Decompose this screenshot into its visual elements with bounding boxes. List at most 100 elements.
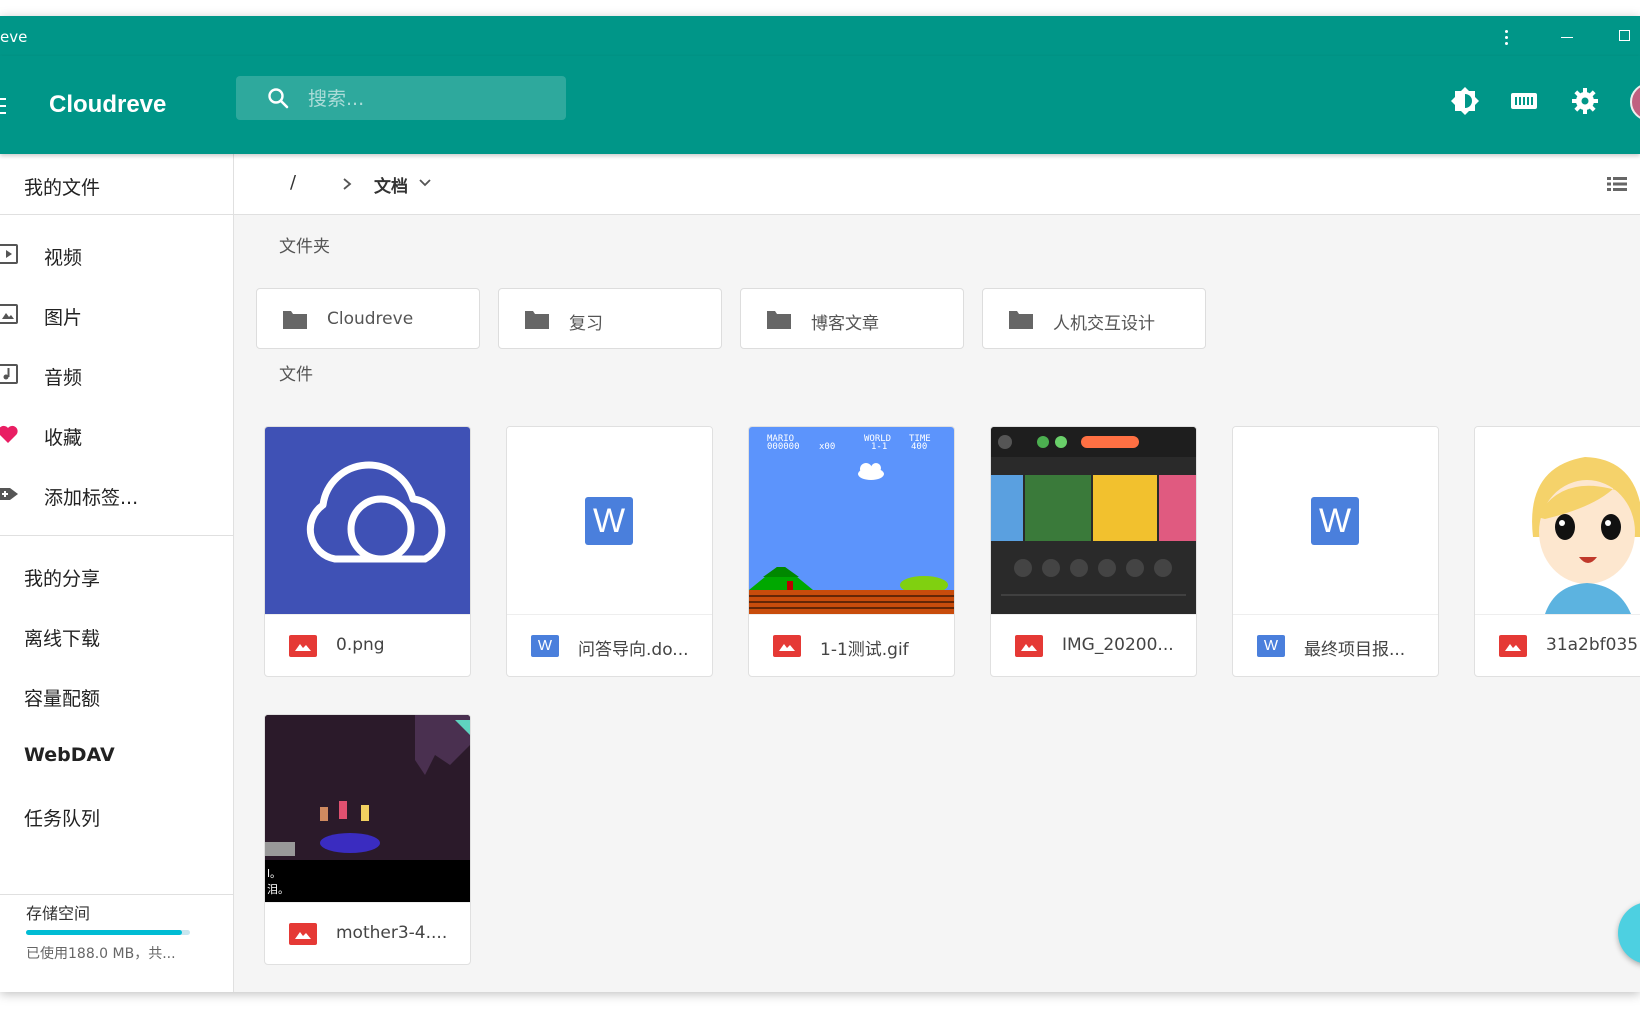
search-input[interactable] [306, 76, 550, 122]
file-footer: 1-1测试.gif [749, 614, 954, 676]
svg-text:l。: l。 [267, 867, 281, 880]
window-title: eve [0, 28, 28, 46]
theme-toggle-icon[interactable] [1449, 85, 1481, 117]
storage-progress-fill [26, 930, 182, 935]
sidebar-item-label: 图片 [44, 307, 83, 329]
file-thumbnail: MARIO 000000 x00 WORLD 1-1 TIME 400 [749, 427, 954, 614]
file-footer: 0.png [265, 614, 470, 676]
sidebar-item-quota[interactable]: 容量配额 [0, 670, 233, 720]
chevron-right-icon [343, 178, 352, 190]
sidebar-item-webdav[interactable]: WebDAV [0, 730, 233, 780]
word-file-icon: W [1257, 635, 1285, 657]
breadcrumb-current[interactable]: 文档 [374, 172, 408, 197]
file-name: 1-1测试.gif [820, 640, 909, 660]
app-brand: Cloudreve [49, 91, 167, 118]
image-file-icon [773, 635, 801, 657]
sidebar-item-my-shares[interactable]: 我的分享 [0, 550, 233, 600]
chevron-down-icon[interactable] [416, 174, 434, 192]
add-tag-icon [0, 488, 18, 500]
image-file-icon [1499, 635, 1527, 657]
search-box[interactable] [236, 76, 566, 122]
search-icon [268, 88, 289, 109]
folder-icon [1009, 311, 1033, 329]
file-name: IMG_20200... [1062, 635, 1174, 655]
svg-text:x00: x00 [819, 442, 835, 452]
image-file-icon [289, 635, 317, 657]
sidebar-item-add-tag[interactable]: 添加标签... [0, 469, 233, 519]
menu-icon[interactable] [0, 98, 6, 114]
settings-icon[interactable] [1569, 85, 1601, 117]
folder-item[interactable]: 复习 [498, 288, 722, 349]
file-name: 最终项目报... [1304, 640, 1406, 660]
folder-name: Cloudreve [327, 309, 414, 329]
file-footer: W 问答导向.do... [507, 614, 712, 676]
sidebar-item-image[interactable]: 图片 [0, 289, 233, 339]
breadcrumb-root[interactable]: / [290, 172, 296, 193]
file-name: 31a2bf035 [1546, 635, 1639, 655]
file-thumbnail: W [507, 427, 712, 614]
sidebar-item-label: 收藏 [44, 427, 83, 449]
sidebar-item-favorites[interactable]: 收藏 [0, 409, 233, 459]
folder-name: 博客文章 [811, 314, 879, 334]
sidebar-item-label: 视频 [44, 247, 83, 269]
sidebar-item-label: 离线下载 [24, 628, 101, 650]
sidebar-item-label: 我的分享 [24, 568, 101, 590]
video-icon [0, 244, 18, 264]
folders-section-title: 文件夹 [279, 237, 330, 257]
switch-screenshot-image [991, 427, 1196, 596]
cloud-logo-icon [306, 461, 446, 563]
sidebar-item-label: 添加标签... [44, 487, 139, 509]
sidebar-item-offline-download[interactable]: 离线下载 [0, 610, 233, 660]
sidebar-item-label: 任务队列 [24, 808, 101, 830]
sidebar-item-audio[interactable]: 音频 [0, 349, 233, 399]
file-card[interactable]: W W 最终项目报... [1232, 426, 1439, 677]
divider [0, 214, 233, 215]
maximize-window-button[interactable] [1615, 26, 1637, 48]
file-thumbnail [1475, 427, 1640, 614]
sidebar-item-my-files[interactable]: 我的文件 [0, 159, 233, 209]
minimize-window-button[interactable] [1557, 26, 1579, 48]
file-card[interactable]: IMG_20200... [990, 426, 1197, 677]
divider [0, 535, 233, 536]
sidebar-item-video[interactable]: 视频 [0, 229, 233, 279]
file-footer: IMG_20200... [991, 614, 1196, 676]
file-card[interactable]: l。 泪。 mother3-4.... [264, 714, 471, 965]
file-card[interactable]: 0.png [264, 426, 471, 677]
audio-icon [0, 364, 18, 384]
sidebar-item-label: 我的文件 [24, 177, 101, 199]
avatar[interactable] [1630, 83, 1640, 121]
folder-item[interactable]: 博客文章 [740, 288, 964, 349]
keyboard-icon[interactable] [1508, 85, 1540, 117]
file-card[interactable]: 31a2bf035 [1474, 426, 1640, 677]
image-icon [0, 304, 18, 324]
folder-item[interactable]: 人机交互设计 [982, 288, 1206, 349]
main-content: / 文档 文件夹 Cloudreve 复习 博客文章 人机交互设计 文件 0.p… [234, 154, 1640, 992]
file-footer: mother3-4.... [265, 902, 470, 964]
file-footer: W 最终项目报... [1233, 614, 1438, 676]
file-card[interactable]: W W 问答导向.do... [506, 426, 713, 677]
file-footer: 31a2bf035 [1475, 614, 1640, 676]
more-options-icon[interactable] [1495, 26, 1517, 48]
file-thumbnail: l。 泪。 [265, 715, 470, 902]
mario-game-image: MARIO 000000 x00 WORLD 1-1 TIME 400 [749, 434, 954, 614]
file-thumbnail: W [1233, 427, 1438, 614]
list-view-icon[interactable] [1607, 174, 1627, 194]
svg-text:000000: 000000 [767, 442, 800, 452]
file-thumbnail [991, 427, 1196, 614]
sidebar-item-task-queue[interactable]: 任务队列 [0, 790, 233, 840]
sidebar-item-label: 音频 [44, 367, 83, 389]
svg-text:泪。: 泪。 [267, 883, 289, 896]
sidebar: 我的文件 视频 图片 音频 收藏 添加标签... 我的分享 离线下载 容量配额 … [0, 154, 234, 992]
file-card[interactable]: MARIO 000000 x00 WORLD 1-1 TIME 400 1-1测… [748, 426, 955, 677]
file-name: mother3-4.... [336, 923, 448, 943]
storage-label: 存储空间 [26, 904, 91, 923]
storage-usage-text: 已使用188.0 MB，共... [26, 946, 176, 962]
word-document-icon: W [585, 497, 633, 545]
file-name: 0.png [336, 635, 385, 655]
sidebar-item-label: WebDAV [24, 744, 115, 766]
folder-item[interactable]: Cloudreve [256, 288, 480, 349]
heart-icon [0, 425, 18, 443]
svg-text:1-1: 1-1 [871, 442, 887, 452]
word-file-icon: W [531, 635, 559, 657]
image-file-icon [1015, 635, 1043, 657]
